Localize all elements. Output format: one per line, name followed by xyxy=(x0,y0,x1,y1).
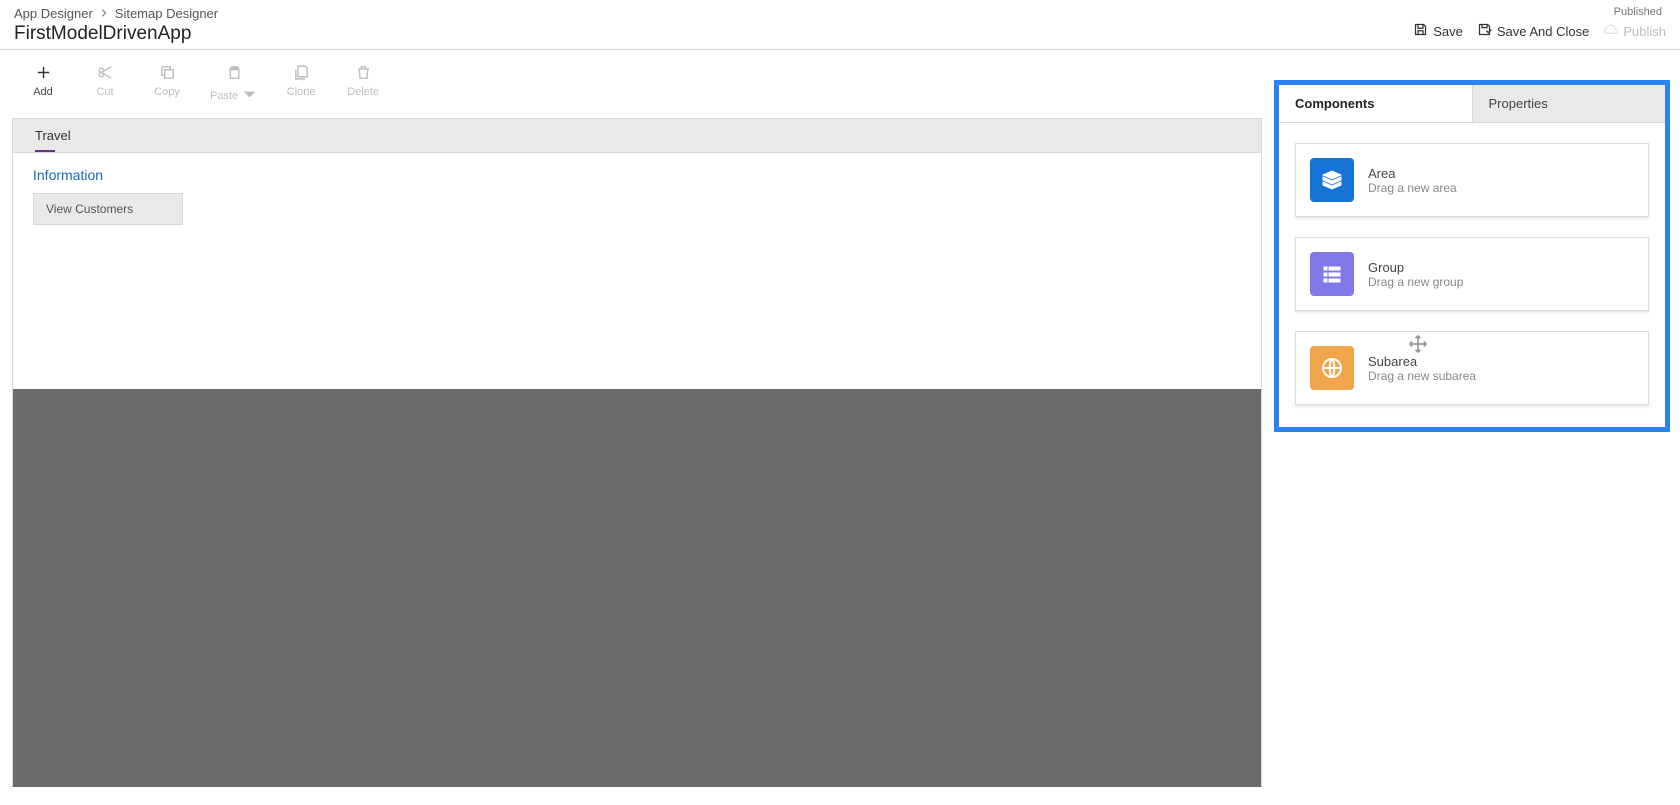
canvas-region: Add Cut Copy Paste xyxy=(0,50,1270,797)
side-tabs: Components Properties xyxy=(1279,85,1665,123)
component-group-title: Group xyxy=(1368,260,1463,275)
component-subarea[interactable]: Subarea Drag a new subarea xyxy=(1295,331,1649,405)
clone-label: Clone xyxy=(287,86,316,98)
sitemap-canvas: Travel Information View Customers xyxy=(12,118,1262,787)
paste-button: Paste xyxy=(210,64,258,106)
components-list: Area Drag a new area Group Drag a new gr… xyxy=(1279,123,1665,427)
save-and-close-button[interactable]: Save And Close xyxy=(1477,22,1590,40)
save-label: Save xyxy=(1433,24,1463,39)
clone-icon xyxy=(293,64,310,84)
clone-button: Clone xyxy=(282,64,320,106)
add-label: Add xyxy=(33,86,53,98)
component-area-title: Area xyxy=(1368,166,1457,181)
globe-icon xyxy=(1310,346,1354,390)
scissors-icon xyxy=(97,64,114,84)
breadcrumb-root[interactable]: App Designer xyxy=(14,6,93,21)
canvas-toolbar: Add Cut Copy Paste xyxy=(12,60,1262,118)
area-layers-icon xyxy=(1310,158,1354,202)
cut-label: Cut xyxy=(96,86,113,98)
status-badge: Published xyxy=(1614,6,1666,18)
group-list-icon xyxy=(1310,252,1354,296)
chevron-right-icon xyxy=(99,6,109,21)
move-cursor-icon xyxy=(1408,334,1428,354)
paste-icon xyxy=(226,64,243,84)
app-header: App Designer Sitemap Designer FirstModel… xyxy=(0,0,1680,50)
chevron-down-icon xyxy=(241,86,258,106)
component-subarea-desc: Drag a new subarea xyxy=(1368,369,1476,383)
delete-button: Delete xyxy=(344,64,382,106)
save-close-label: Save And Close xyxy=(1497,24,1590,39)
save-button[interactable]: Save xyxy=(1413,22,1463,40)
cut-button: Cut xyxy=(86,64,124,106)
area-tab[interactable]: Travel xyxy=(13,119,93,152)
group-title[interactable]: Information xyxy=(33,167,1241,183)
add-button[interactable]: Add xyxy=(24,64,62,106)
area-bar: Travel xyxy=(13,119,1261,153)
plus-icon xyxy=(35,64,52,84)
copy-icon xyxy=(159,64,176,84)
canvas-empty-area xyxy=(13,389,1261,787)
component-group[interactable]: Group Drag a new group xyxy=(1295,237,1649,311)
components-panel-highlight: Components Properties Area Drag a new ar… xyxy=(1274,80,1670,432)
side-panel: Components Properties Area Drag a new ar… xyxy=(1270,50,1680,797)
delete-label: Delete xyxy=(347,86,379,98)
component-subarea-title: Subarea xyxy=(1368,354,1476,369)
publish-button: Publish xyxy=(1603,22,1666,40)
copy-label: Copy xyxy=(154,86,180,98)
component-group-desc: Drag a new group xyxy=(1368,275,1463,289)
tab-components[interactable]: Components xyxy=(1279,85,1473,122)
component-area-desc: Drag a new area xyxy=(1368,181,1457,195)
copy-button: Copy xyxy=(148,64,186,106)
subarea-tile[interactable]: View Customers xyxy=(33,193,183,225)
save-close-icon xyxy=(1477,22,1492,40)
header-actions: Save Save And Close Publish xyxy=(1413,22,1666,40)
page-title: FirstModelDrivenApp xyxy=(14,23,218,45)
area-content: Information View Customers xyxy=(13,153,1261,389)
breadcrumb-current: Sitemap Designer xyxy=(115,6,218,21)
tab-properties[interactable]: Properties xyxy=(1473,85,1666,122)
trash-icon xyxy=(355,64,372,84)
save-icon xyxy=(1413,22,1428,40)
app-body: Add Cut Copy Paste xyxy=(0,50,1680,797)
paste-label: Paste xyxy=(210,90,238,102)
breadcrumb: App Designer Sitemap Designer xyxy=(14,6,218,21)
publish-label: Publish xyxy=(1623,24,1666,39)
publish-icon xyxy=(1603,22,1618,40)
component-area[interactable]: Area Drag a new area xyxy=(1295,143,1649,217)
